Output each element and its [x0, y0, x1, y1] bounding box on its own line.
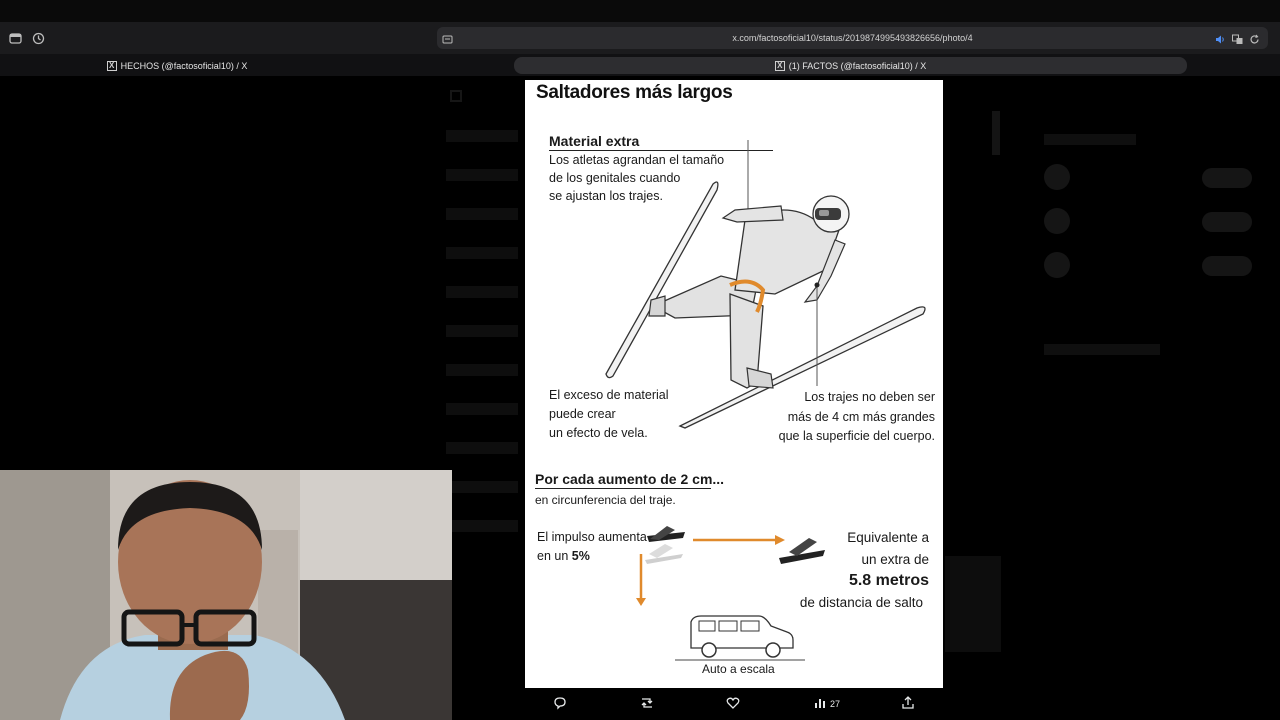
webcam-person-image	[0, 470, 452, 720]
post-image-infographic[interactable]: Saltadores más largos Material extra Los…	[525, 80, 943, 688]
exceso-line: un efecto de vela.	[549, 426, 648, 440]
views-button[interactable]: 27	[814, 696, 840, 712]
heading-rule	[535, 488, 711, 489]
equivalente-value: 5.8 metros	[848, 572, 929, 589]
trajes-line: más de 4 cm más grandes	[787, 410, 935, 424]
reply-button[interactable]	[553, 696, 567, 712]
x-home-logo-icon	[450, 90, 462, 102]
nav-item-placeholder	[446, 481, 518, 493]
repost-icon	[639, 696, 655, 712]
nav-item-placeholder	[446, 130, 518, 142]
nav-item-placeholder	[446, 286, 518, 298]
share-button[interactable]	[901, 696, 915, 712]
repost-button[interactable]	[639, 696, 655, 712]
nav-item-placeholder	[446, 442, 518, 454]
trajes-line: Los trajes no deben ser	[804, 390, 935, 404]
share-icon	[901, 696, 915, 712]
equivalente-line1: Equivalente a	[847, 530, 929, 545]
dimmed-card	[945, 556, 1001, 652]
suggested-avatar	[1044, 252, 1070, 278]
equivalente-line2: un extra de	[861, 552, 929, 567]
audio-icon[interactable]	[1215, 32, 1226, 50]
right-heading-placeholder	[1044, 344, 1160, 355]
history-icon[interactable]	[30, 30, 46, 46]
tab-hechos[interactable]: X HECHOS (@factosoficial10) / X	[104, 57, 250, 74]
exceso-line: El exceso de material	[549, 388, 669, 402]
suggested-avatar	[1044, 164, 1070, 190]
cada-heading: Por cada aumento de 2 cm...	[535, 471, 725, 487]
tab-label: (1) FACTOS (@factosoficial10) / X	[788, 60, 927, 71]
translate-icon[interactable]	[1232, 32, 1243, 50]
address-bar[interactable]: x.com/factosoficial10/status/20198749954…	[437, 27, 1268, 49]
url-text: x.com/factosoficial10/status/20198749954…	[732, 33, 973, 43]
sidebar-toggle-icon[interactable]	[7, 30, 23, 46]
heart-icon	[726, 696, 740, 712]
nav-item-placeholder	[446, 520, 518, 532]
follow-button	[1202, 212, 1252, 232]
cada-subheading: en circunferencia del traje.	[535, 493, 676, 507]
car-icon	[675, 615, 805, 661]
right-heading-placeholder	[1044, 134, 1136, 145]
analytics-icon	[814, 697, 826, 711]
reply-icon	[553, 696, 567, 712]
x-logo-icon: X	[774, 60, 785, 71]
like-button[interactable]	[726, 696, 740, 712]
follow-button	[1202, 256, 1252, 276]
equivalente-line4: de distancia de salto	[799, 595, 923, 610]
auto-label: Auto a escala	[702, 662, 775, 676]
nav-item-placeholder	[446, 208, 518, 220]
site-settings-icon[interactable]	[442, 32, 453, 50]
post-action-bar: 27	[452, 688, 992, 720]
nav-item-placeholder	[446, 403, 518, 415]
tab-bar: X HECHOS (@factosoficial10) / X X (1) FA…	[0, 54, 1280, 76]
nav-item-placeholder	[446, 169, 518, 181]
nav-item-placeholder	[446, 325, 518, 337]
tab-factos[interactable]: X (1) FACTOS (@factosoficial10) / X	[514, 57, 1187, 74]
nav-item-placeholder	[446, 247, 518, 259]
scrollbar-thumb	[992, 111, 1000, 155]
x-logo-icon: X	[106, 60, 117, 71]
window-titlebar	[0, 0, 1280, 22]
nav-item-placeholder	[446, 364, 518, 376]
tab-label: HECHOS (@factosoficial10) / X	[120, 60, 248, 71]
exceso-line: puede crear	[549, 407, 616, 421]
reload-icon[interactable]	[1249, 32, 1260, 50]
follow-button	[1202, 168, 1252, 188]
trajes-line: que la superficie del cuerpo.	[778, 429, 935, 443]
webcam-overlay	[0, 470, 452, 720]
suggested-avatar	[1044, 208, 1070, 234]
views-count: 27	[830, 699, 841, 709]
